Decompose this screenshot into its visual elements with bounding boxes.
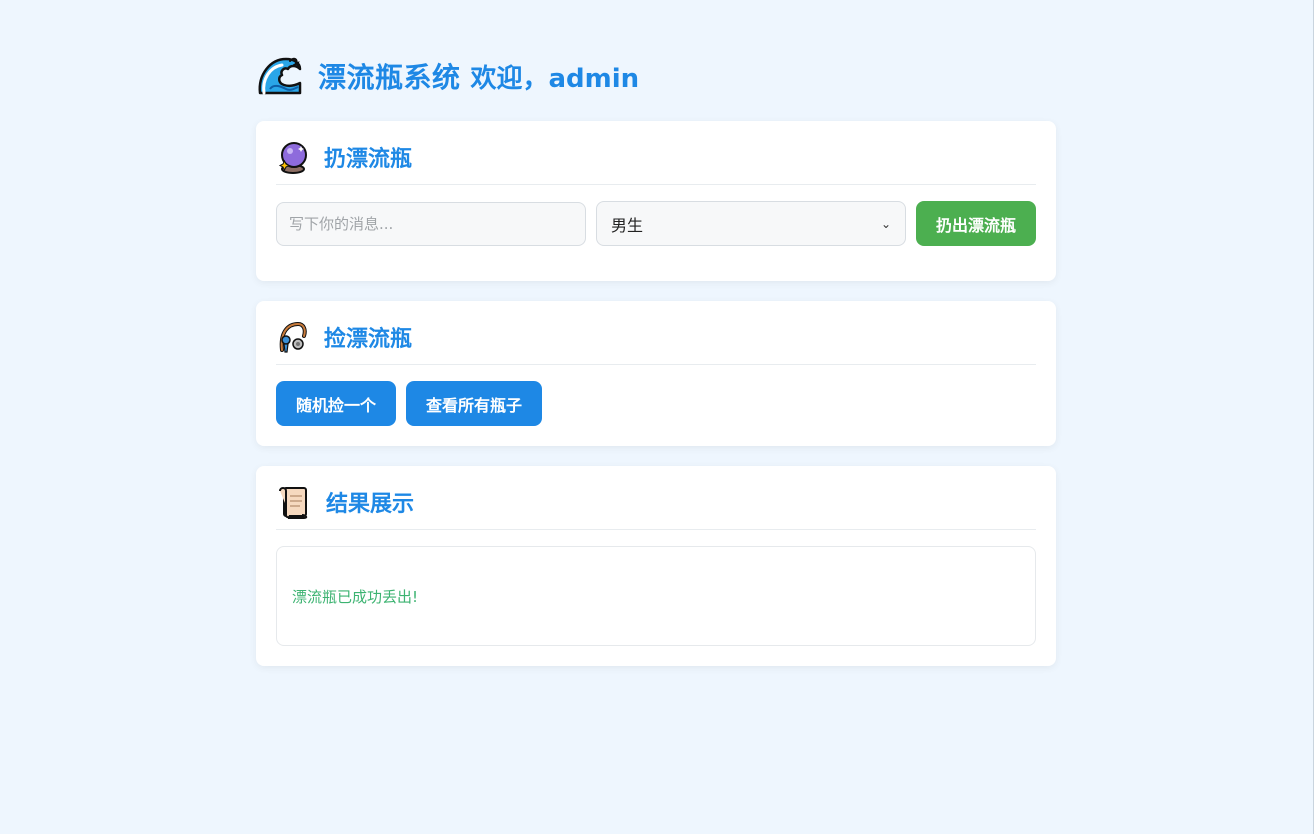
throw-form: 男生 ⌄ 扔出漂流瓶 [276,201,1036,246]
result-card-header: 结果展示 [276,474,1036,530]
throw-card-header: 扔漂流瓶 [276,129,1036,185]
gender-select[interactable]: 男生 ⌄ [596,201,906,246]
scroll-icon [279,486,308,519]
fishing-icon [279,321,307,353]
pick-card-title: 捡漂流瓶 [324,326,413,352]
random-pick-button[interactable]: 随机捡一个 [276,381,396,426]
message-input[interactable] [276,201,586,246]
result-card-title: 结果展示 [326,491,415,517]
result-message: 漂流瓶已成功丢出! [292,587,419,606]
pick-bottle-card: 捡漂流瓶 随机捡一个 查看所有瓶子 [256,301,1056,446]
page-header: 漂流瓶系统 欢迎，admin [256,48,1056,104]
throw-bottle-button[interactable]: 扔出漂流瓶 [916,201,1036,246]
crystal-ball-icon [278,141,307,174]
result-box: 漂流瓶已成功丢出! [276,546,1036,646]
pick-card-header: 捡漂流瓶 [276,309,1036,365]
result-card: 结果展示 漂流瓶已成功丢出! [256,466,1056,666]
throw-bottle-card: 扔漂流瓶 男生 ⌄ 扔出漂流瓶 [256,121,1056,281]
chevron-down-icon: ⌄ [880,216,891,231]
throw-card-title: 扔漂流瓶 [324,146,413,172]
wave-icon [258,57,302,95]
gender-selected-value: 男生 [611,215,644,235]
pick-actions: 随机捡一个 查看所有瓶子 [276,381,1036,426]
view-all-bottles-button[interactable]: 查看所有瓶子 [406,381,542,426]
main-container: 漂流瓶系统 欢迎，admin 扔漂流瓶 男生 ⌄ 扔出漂流瓶 [256,48,1056,686]
app-title: 漂流瓶系统 [318,61,461,94]
welcome-text: 欢迎，admin [470,63,640,94]
